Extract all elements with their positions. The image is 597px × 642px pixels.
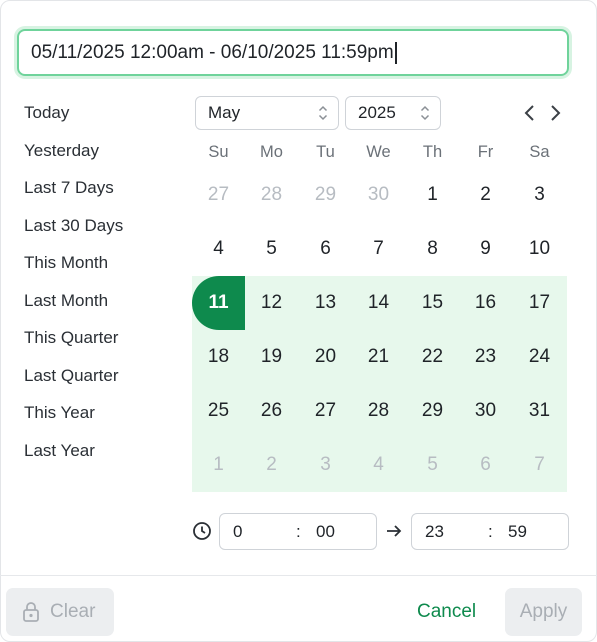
calendar-day[interactable]: 8 bbox=[406, 222, 459, 276]
preset-last-month[interactable]: Last Month bbox=[24, 288, 184, 326]
calendar-day[interactable]: 15 bbox=[406, 276, 459, 330]
month-select-value: May bbox=[208, 103, 241, 122]
calendar-day[interactable]: 30 bbox=[459, 384, 512, 438]
calendar-day[interactable]: 18 bbox=[192, 330, 245, 384]
weekday-label: Mo bbox=[260, 143, 283, 161]
start-time-input[interactable]: 0 : 00 bbox=[219, 513, 377, 550]
lock-icon bbox=[23, 602, 39, 622]
calendar-day[interactable]: 1 bbox=[192, 438, 245, 492]
clear-label: Clear bbox=[50, 601, 96, 622]
calendar-day[interactable]: 7 bbox=[513, 438, 566, 492]
time-separator: : bbox=[488, 522, 493, 541]
weekday-label: Su bbox=[208, 143, 229, 161]
calendar-day[interactable]: 5 bbox=[245, 222, 298, 276]
end-hour[interactable]: 23 bbox=[425, 522, 444, 542]
month-select[interactable]: May bbox=[195, 96, 339, 130]
preset-list: Today Yesterday Last 7 Days Last 30 Days… bbox=[24, 100, 184, 475]
weekday-label: Fr bbox=[477, 143, 494, 161]
calendar-day[interactable]: 4 bbox=[192, 222, 245, 276]
weekday-label: Tu bbox=[316, 143, 335, 161]
date-range-value: 05/11/2025 12:00am - 06/10/2025 11:59pm bbox=[31, 41, 394, 63]
calendar-day[interactable]: 9 bbox=[459, 222, 512, 276]
time-separator: : bbox=[296, 522, 301, 541]
calendar-day[interactable]: 29 bbox=[406, 384, 459, 438]
calendar-day[interactable]: 4 bbox=[352, 438, 405, 492]
calendar-day[interactable]: 1 bbox=[406, 168, 459, 222]
calendar-day[interactable]: 10 bbox=[513, 222, 566, 276]
calendar-day[interactable]: 13 bbox=[299, 276, 352, 330]
start-minute[interactable]: 00 bbox=[316, 522, 335, 542]
calendar-day[interactable]: 31 bbox=[513, 384, 566, 438]
chevron-left-icon[interactable] bbox=[521, 103, 539, 123]
weekday-label: We bbox=[366, 143, 391, 161]
calendar-day[interactable]: 28 bbox=[245, 168, 298, 222]
calendar-day[interactable]: 6 bbox=[459, 438, 512, 492]
year-select-value: 2025 bbox=[358, 103, 396, 122]
preset-yesterday[interactable]: Yesterday bbox=[24, 138, 184, 176]
calendar-day[interactable]: 3 bbox=[513, 168, 566, 222]
calendar-day[interactable]: 20 bbox=[299, 330, 352, 384]
footer-divider bbox=[0, 575, 597, 576]
text-caret bbox=[394, 41, 397, 64]
calendar-day[interactable]: 19 bbox=[245, 330, 298, 384]
calendar-day[interactable]: 30 bbox=[352, 168, 405, 222]
date-range-input[interactable]: 05/11/2025 12:00am - 06/10/2025 11:59pm bbox=[17, 29, 569, 76]
calendar-day[interactable]: 27 bbox=[192, 168, 245, 222]
calendar-day[interactable]: 26 bbox=[245, 384, 298, 438]
preset-this-quarter[interactable]: This Quarter bbox=[24, 325, 184, 363]
calendar-day[interactable]: 24 bbox=[513, 330, 566, 384]
select-arrows-icon bbox=[318, 105, 328, 121]
calendar-day[interactable]: 17 bbox=[513, 276, 566, 330]
clock-icon bbox=[193, 522, 211, 540]
calendar-day[interactable]: 7 bbox=[352, 222, 405, 276]
select-arrows-icon bbox=[420, 105, 430, 121]
calendar-day[interactable]: 2 bbox=[459, 168, 512, 222]
weekday-label: Th bbox=[422, 143, 443, 161]
preset-this-month[interactable]: This Month bbox=[24, 250, 184, 288]
clear-button[interactable]: Clear bbox=[6, 588, 114, 636]
calendar-day[interactable]: 25 bbox=[192, 384, 245, 438]
weekday-label: Sa bbox=[529, 143, 550, 161]
calendar-day[interactable]: 5 bbox=[406, 438, 459, 492]
preset-this-year[interactable]: This Year bbox=[24, 400, 184, 438]
apply-button[interactable]: Apply bbox=[505, 588, 582, 636]
start-hour[interactable]: 0 bbox=[233, 522, 242, 542]
preset-last-7-days[interactable]: Last 7 Days bbox=[24, 175, 184, 213]
calendar-day[interactable]: 2 bbox=[245, 438, 298, 492]
calendar-day[interactable]: 23 bbox=[459, 330, 512, 384]
calendar-day[interactable]: 28 bbox=[352, 384, 405, 438]
chevron-right-icon[interactable] bbox=[546, 103, 564, 123]
year-select[interactable]: 2025 bbox=[345, 96, 441, 130]
calendar-day[interactable]: 14 bbox=[352, 276, 405, 330]
calendar-day[interactable]: 16 bbox=[459, 276, 512, 330]
preset-today[interactable]: Today bbox=[24, 100, 184, 138]
calendar-day[interactable]: 6 bbox=[299, 222, 352, 276]
calendar-day[interactable]: 27 bbox=[299, 384, 352, 438]
arrow-right-icon bbox=[387, 525, 402, 537]
calendar-day-selected[interactable]: 11 bbox=[192, 276, 245, 330]
calendar-day[interactable]: 22 bbox=[406, 330, 459, 384]
calendar-day[interactable]: 29 bbox=[299, 168, 352, 222]
preset-last-year[interactable]: Last Year bbox=[24, 438, 184, 476]
calendar-day[interactable]: 21 bbox=[352, 330, 405, 384]
end-minute[interactable]: 59 bbox=[508, 522, 527, 542]
preset-last-30-days[interactable]: Last 30 Days bbox=[24, 213, 184, 251]
calendar-day[interactable]: 12 bbox=[245, 276, 298, 330]
end-time-input[interactable]: 23 : 59 bbox=[411, 513, 569, 550]
preset-last-quarter[interactable]: Last Quarter bbox=[24, 363, 184, 401]
calendar-day[interactable]: 3 bbox=[299, 438, 352, 492]
cancel-button[interactable]: Cancel bbox=[417, 601, 476, 623]
